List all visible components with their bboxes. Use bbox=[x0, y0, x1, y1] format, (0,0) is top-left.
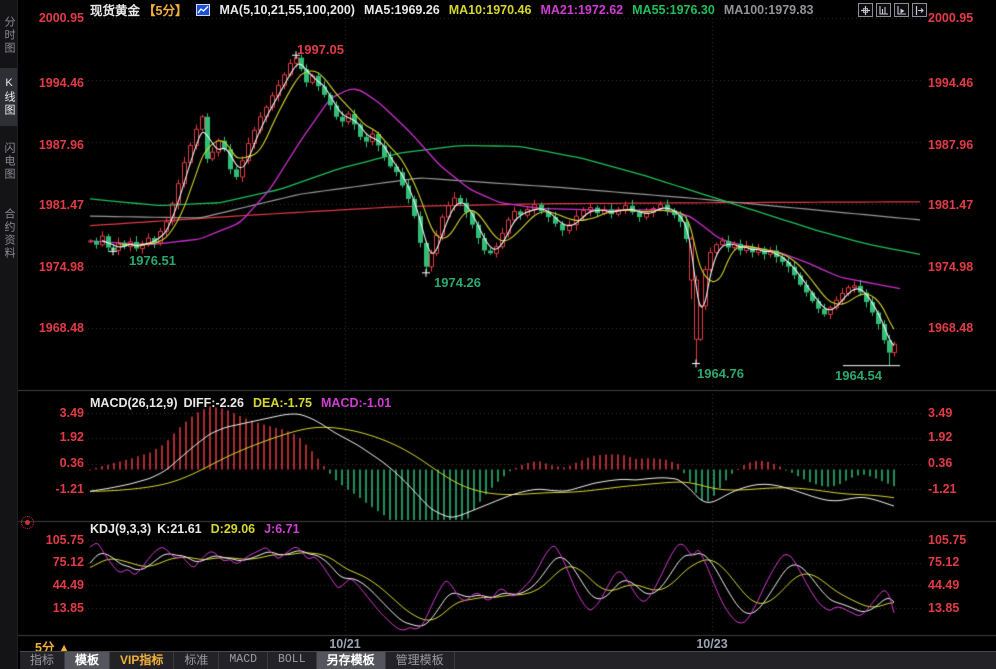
macd-header: MACD(26,12,9) DIFF:-2.26 DEA:-1.75 MACD:… bbox=[90, 396, 391, 410]
ma100-value: MA100:1979.83 bbox=[724, 3, 814, 17]
ma55-value: MA55:1976.30 bbox=[632, 3, 715, 17]
macd-axis-label: -1.21 bbox=[928, 482, 994, 496]
interval-label: 【5分】 bbox=[143, 0, 187, 19]
pane-export-icon[interactable] bbox=[912, 3, 927, 17]
low-annotation: 1964.76 bbox=[697, 366, 744, 381]
kdj-axis-label: 75.12 bbox=[18, 555, 84, 569]
kdj-axis-label: 13.85 bbox=[928, 601, 994, 615]
x-axis-date: 10/21 bbox=[315, 637, 375, 651]
scale-axis-icon[interactable] bbox=[876, 3, 891, 17]
macd-dea-value: DEA:-1.75 bbox=[253, 396, 312, 410]
tab-vip-indicators[interactable]: VIP指标 bbox=[110, 652, 174, 669]
kdj-header: KDJ(9,3,3) K:21.61 D:29.06 J:6.71 bbox=[90, 522, 300, 536]
crosshair-icon[interactable] bbox=[858, 3, 873, 17]
chart-header: 现货黄金 【5分】 MA(5,10,21,55,100,200) MA5:196… bbox=[90, 2, 814, 17]
price-axis-label: 1994.46 bbox=[928, 76, 994, 90]
kdj-axis-label: 13.85 bbox=[18, 601, 84, 615]
macd-diff-value: DIFF:-2.26 bbox=[184, 396, 244, 410]
macd-axis-label: 1.92 bbox=[18, 430, 84, 444]
macd-axis-label: 3.49 bbox=[18, 406, 84, 420]
low-annotation: 1976.51 bbox=[129, 253, 176, 268]
ma10-value: MA10:1970.46 bbox=[449, 3, 532, 17]
tab-save-template[interactable]: 另存模板 bbox=[317, 652, 386, 669]
sidebar-item-kline-chart[interactable]: K线图 bbox=[0, 68, 17, 126]
price-axis-label: 1968.48 bbox=[928, 321, 994, 335]
sidebar-item-lightning-chart[interactable]: 闪电图 bbox=[0, 132, 17, 190]
kdj-k-value: K:21.61 bbox=[157, 522, 201, 536]
chart-toolbar bbox=[858, 3, 927, 17]
macd-axis-label: 0.36 bbox=[18, 456, 84, 470]
instrument-title: 现货黄金 bbox=[90, 0, 140, 19]
low-annotation: 1964.54 bbox=[835, 368, 882, 383]
price-axis-label: 2000.95 bbox=[928, 11, 994, 25]
price-axis-label: 2000.95 bbox=[18, 11, 84, 25]
sidebar-item-time-chart[interactable]: 分时图 bbox=[0, 6, 17, 64]
macd-axis-label: 0.36 bbox=[928, 456, 994, 470]
tab-indicators[interactable]: 指标 bbox=[20, 652, 65, 669]
price-axis-label: 1974.98 bbox=[18, 260, 84, 274]
kdj-axis-label: 75.12 bbox=[928, 555, 994, 569]
sidebar-item-contract-info[interactable]: 合约资料 bbox=[0, 196, 17, 272]
kdj-formula: KDJ(9,3,3) bbox=[90, 522, 151, 536]
ma21-value: MA21:1972.62 bbox=[540, 3, 623, 17]
kdj-axis-label: 105.75 bbox=[928, 533, 994, 547]
price-axis-label: 1981.47 bbox=[18, 198, 84, 212]
kdj-axis-label: 44.49 bbox=[18, 578, 84, 592]
x-axis-date: 10/23 bbox=[682, 637, 742, 651]
macd-axis-label: -1.21 bbox=[18, 482, 84, 496]
price-axis-label: 1968.48 bbox=[18, 321, 84, 335]
price-axis-label: 1994.46 bbox=[18, 76, 84, 90]
indicator-tabbar: 指标 模板 VIP指标 标准 MACD BOLL 另存模板 管理模板 bbox=[20, 651, 996, 669]
price-axis-label: 1987.96 bbox=[928, 138, 994, 152]
price-axis-label: 1987.96 bbox=[18, 138, 84, 152]
price-axis-label: 1974.98 bbox=[928, 260, 994, 274]
kdj-axis-label: 44.49 bbox=[928, 578, 994, 592]
macd-formula: MACD(26,12,9) bbox=[90, 396, 178, 410]
macd-axis-label: 1.92 bbox=[928, 430, 994, 444]
kdj-axis-label: 105.75 bbox=[18, 533, 84, 547]
line-chart-icon[interactable] bbox=[196, 4, 210, 16]
ma-formula: MA(5,10,21,55,100,200) bbox=[219, 3, 355, 17]
play-axis-icon[interactable] bbox=[894, 3, 909, 17]
kdj-j-value: J:6.71 bbox=[264, 522, 299, 536]
macd-macd-value: MACD:-1.01 bbox=[321, 396, 391, 410]
ma5-value: MA5:1969.26 bbox=[364, 3, 440, 17]
price-axis-label: 1981.47 bbox=[928, 198, 994, 212]
indicator-settings-icon[interactable] bbox=[21, 516, 34, 529]
tab-boll[interactable]: BOLL bbox=[268, 652, 317, 669]
macd-axis-label: 3.49 bbox=[928, 406, 994, 420]
low-annotation: 1974.26 bbox=[434, 275, 481, 290]
tab-templates[interactable]: 模板 bbox=[65, 652, 110, 669]
kdj-d-value: D:29.06 bbox=[211, 522, 255, 536]
tab-standard[interactable]: 标准 bbox=[174, 652, 219, 669]
tab-manage-template[interactable]: 管理模板 bbox=[386, 652, 455, 669]
tab-macd[interactable]: MACD bbox=[219, 652, 268, 669]
high-annotation: 1997.05 bbox=[297, 42, 344, 57]
left-sidebar: 分时图 K线图 闪电图 合约资料 bbox=[0, 0, 18, 669]
